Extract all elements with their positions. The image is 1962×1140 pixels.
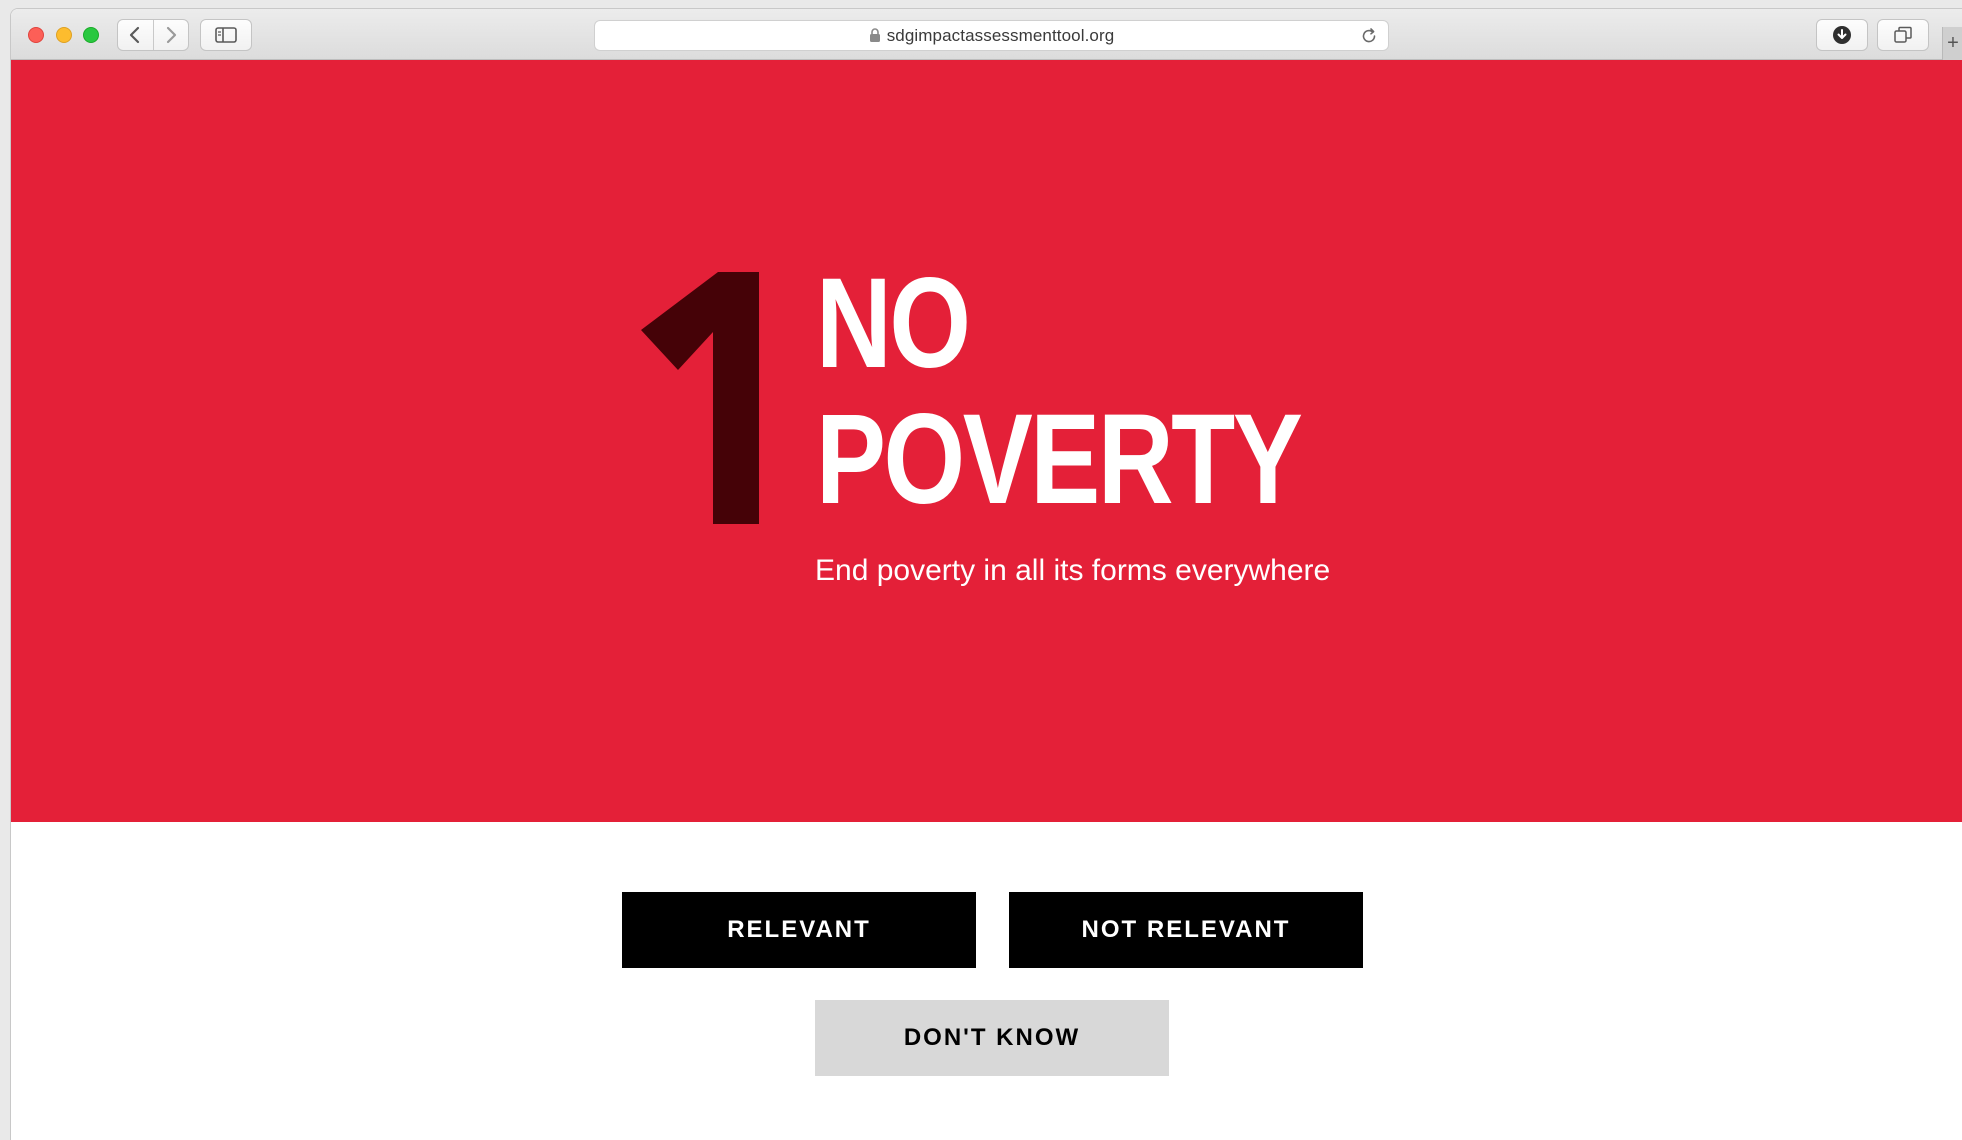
relevant-button[interactable]: RELEVANT [622,892,976,968]
goal-subtitle: End poverty in all its forms everywhere [815,554,1331,587]
forward-button[interactable] [153,20,188,50]
maximize-window-button[interactable] [83,27,99,43]
goal-title-line-2: POVERTY [816,388,1303,531]
tab-overview-icon [1894,26,1912,43]
new-tab-button[interactable]: + [1942,27,1962,60]
url-text: sdgimpactassessmenttool.org [886,25,1115,45]
goal-title-line-1: NO [816,252,971,395]
downloads-button[interactable] [1816,19,1868,51]
dont-know-button[interactable]: DON'T KNOW [815,1000,1169,1076]
sidebar-icon [215,27,237,43]
close-window-button[interactable] [28,27,44,43]
lock-icon [869,28,880,42]
goal-title: NO POVERTY [816,252,1303,531]
goal-number [641,272,759,524]
chevron-left-icon [130,26,140,44]
navigation-buttons [117,19,189,51]
goal-hero: NO POVERTY End poverty in all its forms … [11,60,1962,822]
browser-window: sdgimpactassessmenttool.org + NO POVERTY… [10,8,1962,1140]
address-bar[interactable]: sdgimpactassessmenttool.org [594,20,1389,51]
reload-icon[interactable] [1360,27,1378,45]
browser-toolbar: sdgimpactassessmenttool.org + [11,9,1962,60]
tab-overview-button[interactable] [1877,19,1929,51]
sidebar-toggle-button[interactable] [200,19,252,51]
back-button[interactable] [118,20,153,50]
plus-icon: + [1947,32,1959,54]
minimize-window-button[interactable] [56,27,72,43]
chevron-right-icon [166,26,176,44]
not-relevant-button[interactable]: NOT RELEVANT [1009,892,1363,968]
download-icon [1833,26,1851,44]
